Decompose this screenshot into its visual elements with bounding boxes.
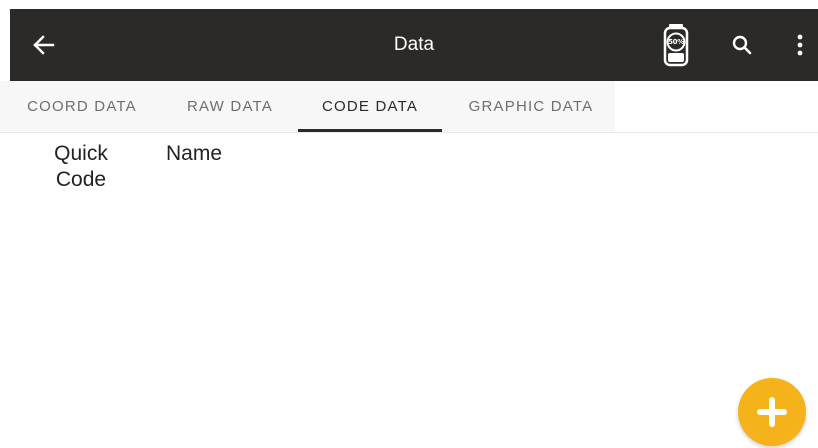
more-options-button[interactable] xyxy=(788,33,812,57)
battery-level-label: 50% xyxy=(668,38,684,46)
app-bar: Data 50% xyxy=(10,9,818,81)
battery-button[interactable]: 50% xyxy=(662,23,690,67)
search-button[interactable] xyxy=(730,33,754,57)
tab-raw-data[interactable]: RAW DATA xyxy=(174,81,286,132)
tab-coord-data[interactable]: COORD DATA xyxy=(12,81,152,132)
screen: Data 50% COORD DATA RAW DATA CODE DATA G… xyxy=(0,0,818,448)
page-title: Data xyxy=(393,34,435,55)
tab-divider xyxy=(0,132,818,133)
column-header-name: Name xyxy=(166,142,223,165)
column-header-quick-code-line: Code xyxy=(55,168,107,191)
tab-graphic-data[interactable]: GRAPHIC DATA xyxy=(452,81,610,132)
tab-code-data[interactable]: CODE DATA xyxy=(298,81,442,132)
search-icon xyxy=(732,35,752,55)
add-button[interactable] xyxy=(738,378,806,446)
more-vert-icon xyxy=(797,34,803,56)
tab-bar: COORD DATA RAW DATA CODE DATA GRAPHIC DA… xyxy=(0,81,818,133)
column-header-quick-code-line: Quick xyxy=(54,142,108,165)
column-header-quick-code: Quick Code xyxy=(41,141,121,193)
plus-icon xyxy=(757,397,787,427)
